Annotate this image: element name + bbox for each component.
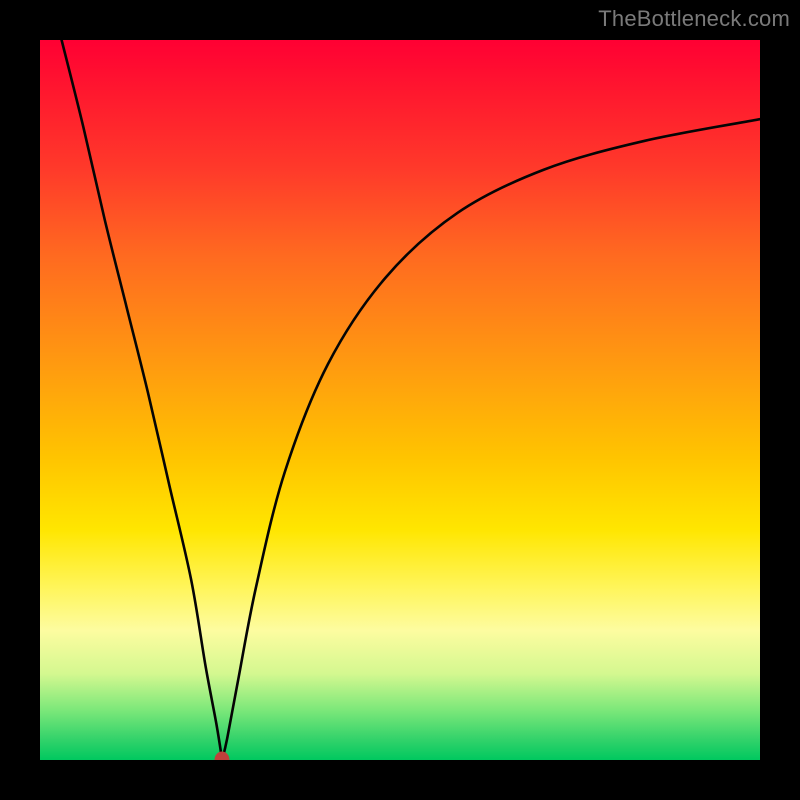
plot-area <box>40 40 760 760</box>
curve-path <box>62 40 760 760</box>
bottleneck-curve <box>40 40 760 760</box>
chart-frame: TheBottleneck.com <box>0 0 800 800</box>
attribution-label: TheBottleneck.com <box>598 6 790 32</box>
